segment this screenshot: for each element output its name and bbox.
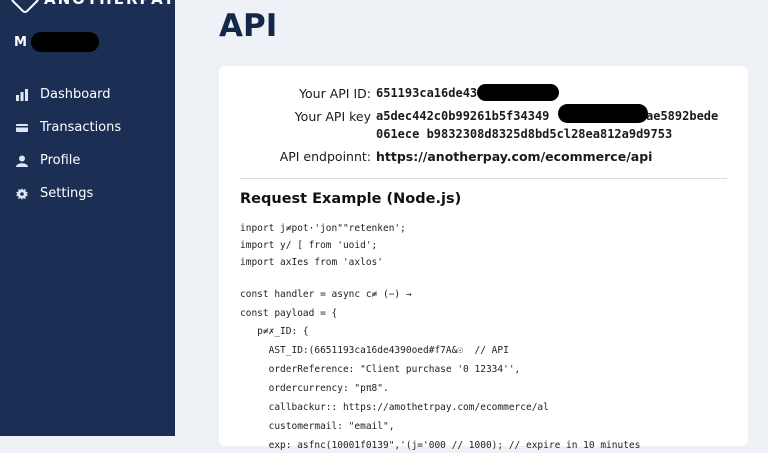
divider [240, 178, 727, 179]
code-line: inport j≠pot·'jon""retenken'; [240, 223, 406, 234]
api-key-row-2: 061ece b9832308d8325d8bd5cl28ea812a9d975… [219, 127, 748, 149]
sidebar: ANOTHERPAY M Dashboard Transactions Prof… [0, 0, 175, 436]
bar-chart-icon [16, 88, 28, 101]
code-line: exp: asfnc(10001f0139",'(j='000 // 1000)… [240, 440, 641, 451]
sidebar-nav: Dashboard Transactions Profile Settings [0, 78, 175, 210]
logo-icon [9, 0, 41, 15]
redacted-api-key [558, 104, 648, 123]
api-id-label: Your API ID: [299, 86, 371, 101]
api-id-value: 651193ca16de43 [376, 86, 478, 100]
endpoint-label: API endpoinnt: [279, 149, 371, 164]
api-key-value-line2: 061ece b9832308d8325d8bd5cl28ea812a9d975… [376, 127, 673, 141]
request-example-title: Request Example (Node.js) [240, 191, 462, 207]
user-initial: M [14, 34, 27, 50]
user-account[interactable]: M [14, 32, 99, 52]
redacted-username [30, 32, 99, 52]
sidebar-item-settings[interactable]: Settings [0, 177, 175, 210]
code-line: customermail: "email", [240, 421, 395, 432]
redacted-api-id [477, 84, 559, 101]
brand-name: ANOTHERPAY [44, 0, 176, 8]
sidebar-item-label: Profile [40, 153, 81, 168]
api-key-value-line1: a5dec442c0b99261b5f34349 [376, 109, 550, 123]
sidebar-item-label: Settings [40, 186, 94, 201]
sidebar-item-label: Transactions [40, 120, 122, 135]
code-line: const payload = { [240, 308, 338, 319]
code-line: ordercurrency: "pπ8". [240, 383, 389, 394]
code-line: import axIes from 'axlos' [240, 257, 383, 268]
sidebar-item-transactions[interactable]: Transactions [0, 111, 175, 144]
endpoint-value[interactable]: https://anotherpay.com/ecommerce/api [376, 149, 652, 164]
sidebar-item-profile[interactable]: Profile [0, 144, 175, 177]
card-icon [16, 123, 28, 132]
page-title: API [219, 8, 278, 44]
gear-icon [16, 187, 28, 200]
code-line: orderReference: "Client purchase '0 1233… [240, 364, 521, 375]
api-key-value-suffix: ae5892bede [646, 109, 719, 123]
brand[interactable]: ANOTHERPAY [9, 0, 176, 15]
sidebar-item-label: Dashboard [40, 87, 111, 102]
endpoint-row: API endpoinnt: https://anotherpay.com/ec… [219, 149, 748, 171]
code-line: import y/ [ from 'uoid'; [240, 240, 378, 251]
api-key-label: Your API key [294, 109, 371, 124]
code-line: AST_ID:(6651193ca16de4390oed#f7A&☉ // AP… [240, 345, 509, 356]
api-card: Your API ID: 651193ca16de43 Your API key… [219, 66, 748, 451]
sidebar-item-dashboard[interactable]: Dashboard [0, 78, 175, 111]
user-icon [16, 155, 28, 167]
code-line: p≠✗_ID: { [240, 326, 309, 337]
code-line: const handler = async c≠ (−) → [240, 289, 412, 300]
code-line: callbackur:: https://amothetrpay.com/eco… [240, 402, 549, 413]
